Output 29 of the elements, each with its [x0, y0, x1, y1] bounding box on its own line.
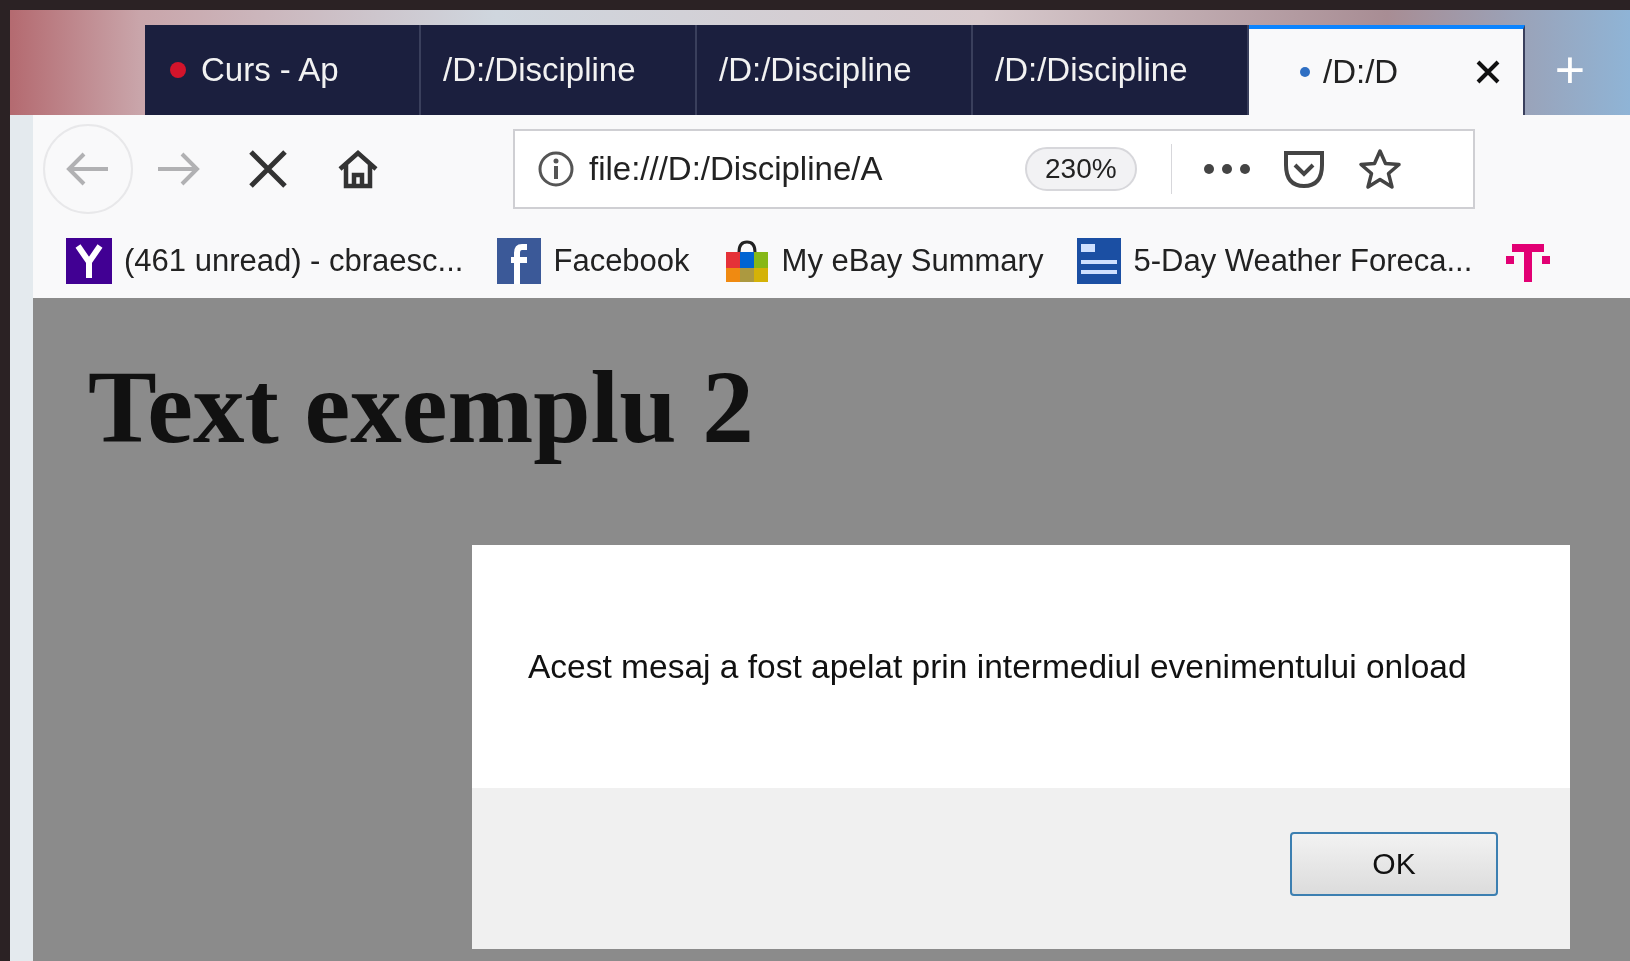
forward-arrow-icon: [156, 151, 200, 187]
browser-tab[interactable]: /D:/Discipline: [697, 25, 973, 115]
browser-tab[interactable]: /D:/Discipline: [973, 25, 1249, 115]
favicon-icon: [167, 59, 189, 81]
bookmark-item[interactable]: (461 unread) - cbraesc...: [66, 237, 464, 284]
zoom-badge[interactable]: 230%: [1025, 147, 1137, 191]
url-text: file:///D:/Discipline/A: [589, 150, 884, 188]
browser-tab[interactable]: /D:/D: [1249, 25, 1525, 115]
facebook-icon: [497, 237, 542, 284]
address-bar[interactable]: file:///D:/Discipline/A 230%: [513, 129, 1475, 209]
yahoo-icon: [66, 237, 112, 284]
weather-icon: [1077, 237, 1122, 284]
dialog-message: Acest mesaj a fost apelat prin intermediul evenimentului onload: [528, 647, 1467, 686]
ok-button[interactable]: OK: [1290, 832, 1498, 896]
loading-dot-icon: [1299, 66, 1311, 78]
page-heading: Text exemplu 2: [88, 349, 755, 466]
close-icon: [248, 149, 288, 189]
home-icon: [337, 149, 379, 189]
browser-tab[interactable]: Curs - Ap: [145, 25, 421, 115]
browser-tab[interactable]: /D:/Discipline: [421, 25, 697, 115]
close-icon[interactable]: [1475, 59, 1501, 85]
more-icon[interactable]: [1203, 164, 1250, 174]
bookmark-item[interactable]: Facebook: [497, 237, 690, 284]
star-icon[interactable]: [1357, 148, 1402, 190]
bookmark-item[interactable]: My eBay Summary: [723, 237, 1044, 284]
pocket-icon[interactable]: [1281, 149, 1326, 189]
back-arrow-icon: [66, 151, 110, 187]
info-icon: [537, 150, 575, 188]
bookmark-item[interactable]: 5-Day Weather Foreca...: [1077, 237, 1473, 284]
